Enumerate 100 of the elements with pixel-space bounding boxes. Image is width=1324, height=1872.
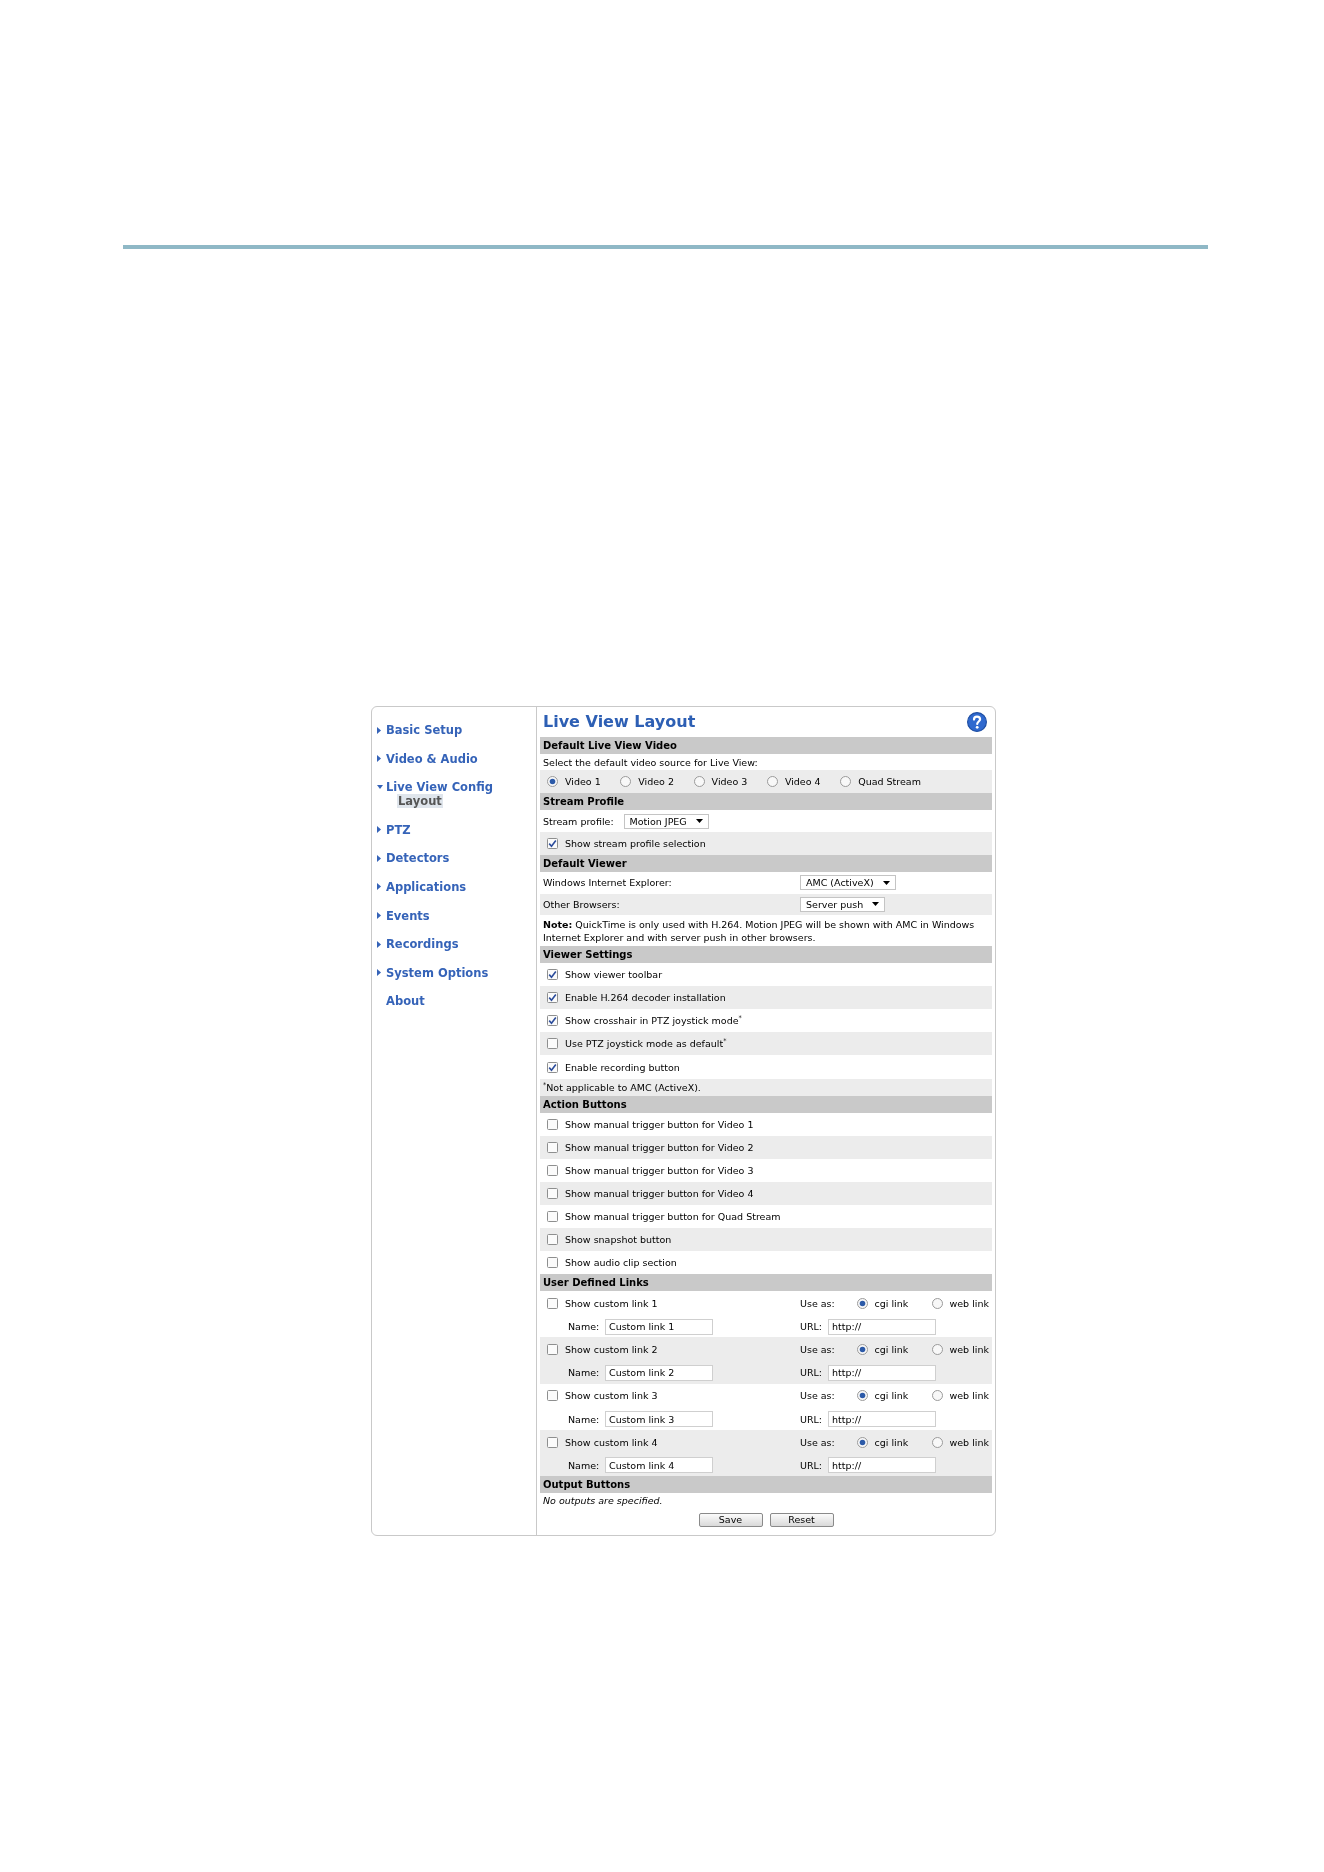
action-button[interactable]: Reset [769, 1512, 834, 1527]
checkbox[interactable] [547, 1390, 558, 1402]
text-field[interactable]: Custom link 2 [605, 1364, 713, 1381]
checkbox[interactable] [547, 1211, 558, 1222]
note-text: Note: QuickTime is only used with H.264. Motion JPEG will be shown with AMC in Windows Internet Explorer and with server push in other browsers. [543, 919, 975, 943]
field-label: Use as: [800, 1436, 836, 1448]
nav-subitem[interactable]: Layout [397, 794, 443, 809]
checkbox[interactable] [547, 1298, 558, 1310]
nav-link[interactable]: Applications [377, 879, 467, 894]
checkbox-label: Use PTZ joystick mode as default$^{*}$ [565, 1038, 727, 1050]
checkbox-label: Show crosshair in PTZ joystick mode$^{*}$ [565, 1015, 742, 1027]
dropdown[interactable]: AMC (ActiveX) [800, 875, 896, 891]
radio-button[interactable] [766, 776, 778, 787]
nav-link[interactable]: Live View Config [377, 780, 493, 795]
section-header: User Defined Links [540, 1274, 992, 1292]
field-label: Use as: [800, 1344, 836, 1356]
checkbox-label: Show custom link 4 [565, 1436, 658, 1448]
text-field[interactable]: Custom link 4 [605, 1457, 713, 1474]
field-label: Use as: [800, 1390, 836, 1402]
text-field[interactable]: http:// [828, 1457, 936, 1474]
nav-link[interactable]: PTZ [377, 822, 411, 837]
text-field[interactable]: Custom link 3 [605, 1411, 713, 1428]
field-label: URL: [800, 1459, 824, 1471]
radio-button[interactable] [856, 1298, 868, 1310]
radio-button[interactable] [931, 1390, 943, 1402]
checkbox-label: Show custom link 2 [565, 1344, 658, 1356]
nav-link[interactable]: Detectors [377, 851, 450, 866]
section-header: Default Viewer [540, 855, 992, 873]
nav-link[interactable]: Basic Setup [377, 723, 463, 737]
nav-link[interactable]: Recordings [377, 937, 459, 952]
checkbox-label: Show custom link 1 [565, 1298, 658, 1310]
field-label: URL: [800, 1367, 824, 1379]
checkbox-label: Enable recording button [565, 1061, 680, 1073]
checkbox[interactable] [547, 1038, 558, 1050]
checkbox[interactable] [547, 838, 558, 850]
text-field[interactable]: http:// [828, 1318, 936, 1335]
radio-label: Quad Stream [858, 776, 921, 787]
field-label: Stream profile: [543, 815, 614, 827]
caret-down-icon [695, 819, 703, 823]
help-icon[interactable] [967, 712, 987, 732]
nav-link[interactable]: Video & Audio [377, 751, 478, 766]
nav-link[interactable]: System Options [377, 965, 489, 980]
radio-label: web link [949, 1436, 989, 1448]
radio-label: web link [949, 1298, 989, 1310]
radio-button[interactable] [931, 1298, 943, 1310]
field-label: URL: [800, 1413, 824, 1425]
radio-label: cgi link [874, 1436, 909, 1448]
radio-button[interactable] [840, 776, 852, 787]
caret-down-icon [882, 880, 890, 885]
checkbox[interactable] [547, 969, 558, 981]
radio-button[interactable] [931, 1436, 943, 1448]
nav-link[interactable]: About [377, 994, 425, 1009]
empty-message: No outputs are specified. [543, 1495, 663, 1507]
checkbox[interactable] [547, 1436, 558, 1448]
radio-label: cgi link [874, 1298, 909, 1310]
checkbox-label: Enable H.264 decoder installation [565, 992, 726, 1004]
checkbox[interactable] [547, 992, 558, 1004]
checkbox[interactable] [547, 1141, 558, 1153]
text-field[interactable]: Custom link 1 [605, 1318, 713, 1335]
field-label: Windows Internet Explorer: [543, 877, 673, 889]
radio-label: cgi link [874, 1344, 909, 1356]
page-title: Live View Layout [543, 712, 696, 732]
nav-link[interactable]: Events [377, 908, 430, 923]
checkbox[interactable] [547, 1015, 558, 1027]
section-header: Viewer Settings [540, 946, 992, 964]
section-header: Default Live View Video [540, 737, 992, 754]
text-field[interactable]: http:// [828, 1411, 936, 1428]
checkbox[interactable] [547, 1118, 558, 1130]
checkbox[interactable] [547, 1234, 558, 1246]
checkbox[interactable] [547, 1187, 558, 1199]
checkbox[interactable] [547, 1257, 558, 1269]
radio-label: Video 3 [711, 776, 748, 787]
dropdown[interactable]: Server push [800, 896, 886, 912]
radio-button[interactable] [856, 1344, 868, 1356]
checkbox-label: Show manual trigger button for Video 2 [565, 1141, 754, 1153]
radio-label: web link [949, 1344, 989, 1356]
field-label: URL: [800, 1321, 824, 1333]
checkbox[interactable] [547, 1164, 558, 1176]
dropdown[interactable]: Motion JPEG [623, 813, 709, 829]
radio-button[interactable] [931, 1344, 943, 1356]
radio-button[interactable] [856, 1436, 868, 1448]
radio-button[interactable] [693, 776, 705, 787]
checkbox-label: Show manual trigger button for Video 3 [565, 1164, 754, 1176]
text-field[interactable]: http:// [828, 1364, 936, 1381]
field-label: Name: [568, 1413, 601, 1425]
checkbox-label: Show stream profile selection [565, 838, 706, 850]
checkbox-label: Show manual trigger button for Video 4 [565, 1187, 754, 1199]
radio-label: web link [949, 1390, 989, 1402]
field-label: Name: [568, 1367, 601, 1379]
caret-down-icon [872, 902, 880, 907]
radio-button[interactable] [856, 1390, 868, 1402]
checkbox[interactable] [547, 1061, 558, 1073]
radio-button[interactable] [547, 776, 558, 787]
action-button[interactable]: Save [698, 1512, 763, 1527]
section-header: Stream Profile [540, 793, 992, 810]
checkbox-label: Show snapshot button [565, 1234, 672, 1246]
radio-label: Video 4 [784, 776, 821, 787]
field-label: Use as: [800, 1298, 836, 1310]
radio-button[interactable] [620, 776, 632, 787]
checkbox[interactable] [547, 1344, 558, 1356]
